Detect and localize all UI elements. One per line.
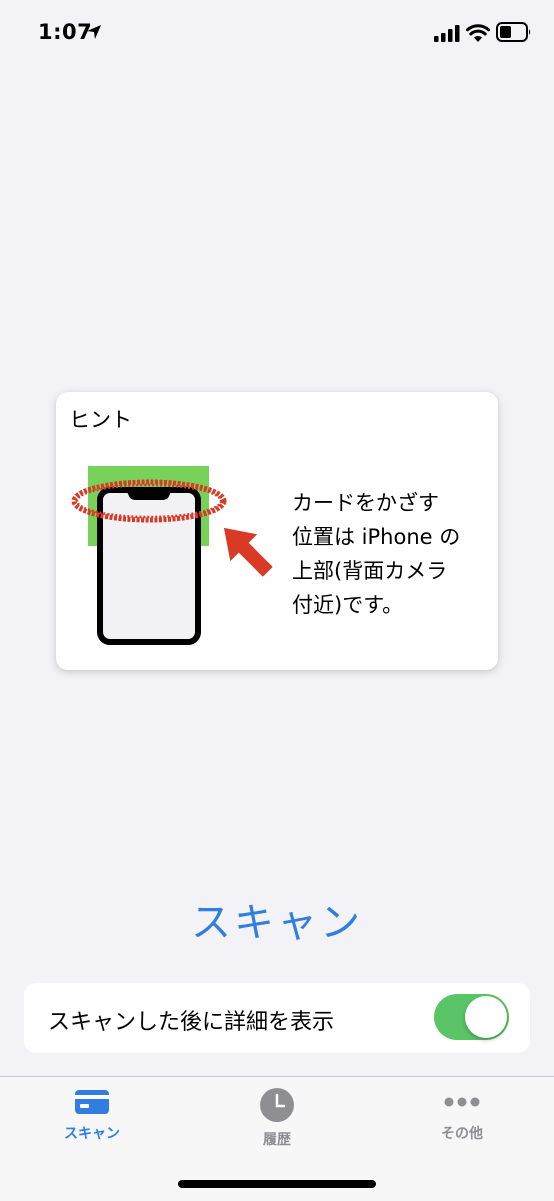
hint-card: ヒント カードをかざす 位置は iPhone の 上部(背面カメラ 付近)です。 [56,392,498,670]
phone-card-illustration [71,466,273,645]
show-details-row: スキャンした後に詳細を表示 [24,983,530,1053]
home-indicator [178,1180,376,1188]
clock-icon [260,1088,294,1122]
tab-history-label: 履歴 [263,1132,291,1148]
cellular-signal-icon [434,25,460,42]
wifi-icon [466,24,490,42]
tab-history[interactable]: 履歴 [207,1087,347,1157]
status-bar: 1:07 [0,0,554,66]
tab-more-label: その他 [441,1126,483,1142]
more-dots-icon [444,1097,480,1107]
status-time: 1:07 [38,20,93,44]
show-details-toggle[interactable] [434,994,509,1040]
show-details-label: スキャンした後に詳細を表示 [48,1010,335,1035]
hint-title: ヒント [69,408,132,432]
hint-text: カードをかざす 位置は iPhone の 上部(背面カメラ 付近)です。 [292,491,461,617]
tab-scan[interactable]: スキャン [22,1087,162,1157]
tab-bar: スキャン 履歴 その他 [0,1076,554,1201]
location-arrow-icon [87,25,101,39]
battery-icon [496,22,531,42]
card-icon [75,1090,109,1114]
scan-button[interactable]: スキャン [0,890,554,948]
tab-scan-label: スキャン [64,1126,120,1142]
tab-more[interactable]: その他 [392,1087,532,1157]
toggle-knob [465,996,507,1038]
